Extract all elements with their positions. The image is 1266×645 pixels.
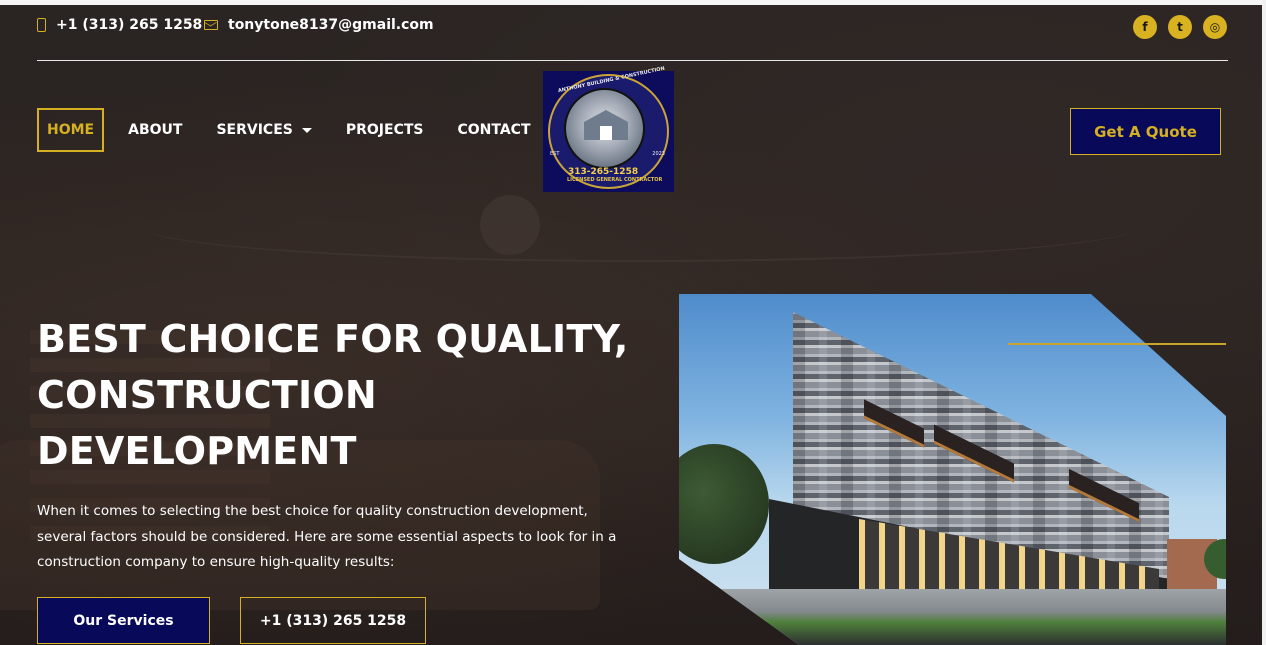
- envelope-icon: [204, 20, 218, 30]
- accent-line: [1008, 343, 1226, 345]
- our-services-button[interactable]: Our Services: [37, 597, 210, 644]
- topbar-phone[interactable]: +1 (313) 265 1258: [37, 17, 202, 33]
- logo-est-label: EST: [550, 151, 560, 157]
- twitter-icon[interactable]: t: [1168, 15, 1192, 39]
- facebook-icon[interactable]: f: [1133, 15, 1157, 39]
- top-bar: +1 (313) 265 1258 tonytone8137@gmail.com…: [37, 15, 1227, 39]
- nav-item-about[interactable]: ABOUT: [128, 108, 182, 152]
- hero-description: When it comes to selecting the best choi…: [37, 503, 617, 570]
- logo-phone: 313-265-1258: [568, 167, 639, 177]
- ceiling-shape: [140, 190, 1140, 262]
- logo-house-image: [564, 88, 645, 169]
- hero-title-line-3: DEVELOPMENT: [37, 429, 357, 473]
- topbar-phone-text[interactable]: +1 (313) 265 1258: [56, 17, 202, 33]
- header-divider: [37, 60, 1228, 61]
- nav-item-home[interactable]: HOME: [37, 108, 105, 152]
- topbar-email-text[interactable]: tonytone8137@gmail.com: [228, 17, 434, 33]
- hero-title: BEST CHOICE FOR QUALITY, CONSTRUCTION DE…: [37, 311, 657, 479]
- nav-item-contact[interactable]: CONTACT: [457, 108, 530, 152]
- phone-icon: [37, 18, 46, 32]
- nav-item-services[interactable]: SERVICES: [216, 108, 312, 152]
- main-nav: HOME ABOUT SERVICES PROJECTS CONTACT: [37, 108, 531, 152]
- call-phone-button[interactable]: +1 (313) 265 1258: [240, 597, 426, 644]
- hero-title-line-1: BEST CHOICE FOR QUALITY,: [37, 317, 629, 361]
- door-shape: [600, 126, 612, 140]
- scrollbar-track[interactable]: [1262, 0, 1266, 645]
- hero-building-photo: [679, 294, 1226, 645]
- nav-item-projects[interactable]: PROJECTS: [346, 108, 424, 152]
- window-top-edge: [0, 0, 1266, 5]
- ceiling-lamp: [480, 195, 540, 255]
- site-logo[interactable]: ANTHONY BUILDING & CONSTRUCTION EST 2023…: [543, 66, 674, 192]
- tree-shape: [679, 444, 769, 564]
- social-links: f t ◎: [1133, 15, 1227, 39]
- logo-license: LICENSED GENERAL CONTRACTOR: [567, 177, 663, 183]
- hero-title-line-2: CONSTRUCTION: [37, 373, 377, 417]
- chevron-down-icon: [301, 127, 312, 133]
- instagram-icon[interactable]: ◎: [1203, 15, 1227, 39]
- get-quote-button[interactable]: Get A Quote: [1070, 108, 1221, 155]
- topbar-email[interactable]: tonytone8137@gmail.com: [204, 17, 434, 33]
- nav-item-services-label: SERVICES: [216, 122, 293, 138]
- logo-year: 2023: [652, 151, 665, 157]
